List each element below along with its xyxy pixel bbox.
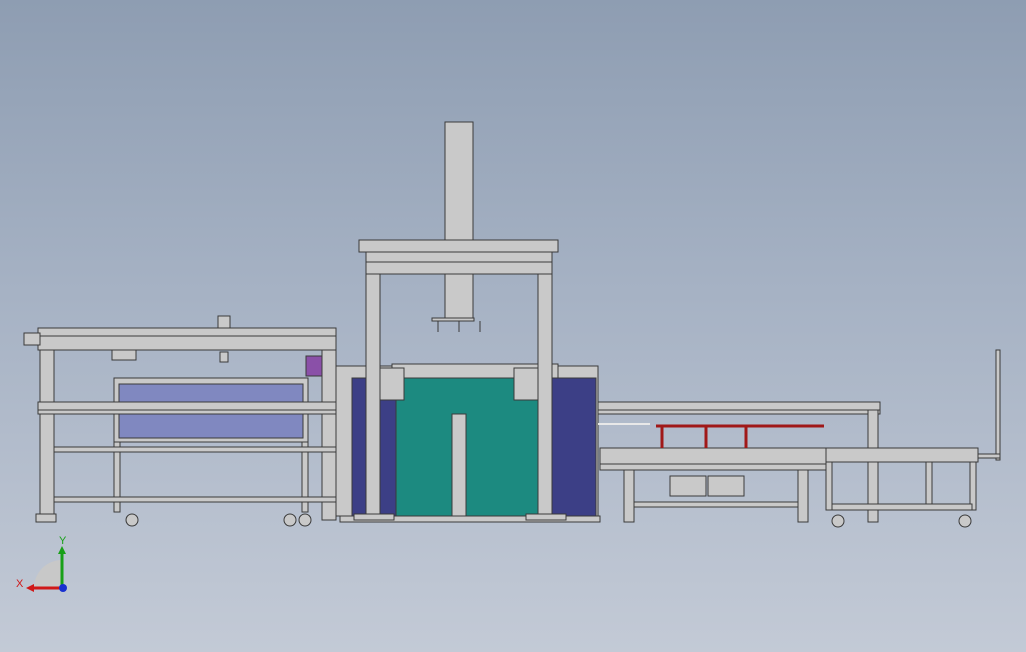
cad-viewport[interactable]: Y X: [0, 0, 1026, 652]
right-conveyor-lip: [599, 463, 827, 471]
left-top-beam: [37, 335, 337, 351]
gantry-leg-right: [537, 273, 553, 515]
caster-wheel: [125, 513, 139, 527]
far-right-leg-a: [825, 461, 833, 511]
left-sensor-block: [111, 349, 137, 361]
y-axis-label: Y: [59, 535, 67, 547]
right-low-rail: [633, 501, 799, 508]
right-drive-box-2: [707, 475, 745, 497]
left-low-rail: [53, 496, 355, 503]
gantry-foot-left: [353, 513, 395, 521]
gantry-carriage-left: [379, 367, 405, 401]
left-conveyor-unit: [23, 315, 337, 527]
x-axis-label: X: [16, 578, 24, 590]
left-post-1: [39, 349, 55, 521]
z-axis-dot: [59, 584, 67, 592]
far-right-bed: [825, 447, 979, 463]
left-end-cap: [23, 332, 41, 346]
left-foot: [35, 513, 57, 523]
left-top-bracket: [217, 315, 231, 329]
right-drive-box: [669, 475, 707, 497]
left-purple-part: [305, 355, 323, 377]
gantry-sub-beam: [365, 251, 553, 263]
far-right-leg-b: [969, 461, 977, 511]
right-leg-a: [623, 469, 635, 523]
triad-sector: [34, 560, 62, 588]
axis-triad: Y X: [16, 535, 67, 592]
gantry-column: [444, 121, 474, 319]
gantry-cross-beam: [365, 261, 553, 275]
left-post-2: [321, 349, 337, 521]
gantry-leg-left: [365, 273, 381, 515]
far-right-low-rail: [831, 503, 973, 511]
pipe-elbow: [977, 453, 1001, 459]
caster-wheel: [831, 514, 845, 528]
gantry-foot-right: [525, 513, 567, 521]
left-nozzle: [219, 351, 229, 363]
gripper-plate: [431, 317, 475, 322]
caster-wheel: [283, 513, 297, 527]
tank-center-post: [451, 413, 467, 523]
far-right-leg-c: [925, 461, 933, 511]
right-conveyor-bed: [599, 447, 827, 465]
vertical-pipe: [995, 349, 1001, 461]
caster-wheel: [298, 513, 312, 527]
right-conveyor-unit: [599, 349, 1001, 528]
gantry-carriage-right: [513, 367, 539, 401]
x-axis-arrowhead: [26, 584, 34, 592]
y-axis-arrowhead: [58, 546, 66, 554]
caster-wheel: [958, 514, 972, 528]
left-top-rail: [37, 327, 337, 337]
gantry-top-beam: [358, 239, 559, 253]
red-rack: [656, 424, 824, 448]
left-mid-rail: [53, 446, 355, 453]
machine-drawing: Y X: [16, 121, 1001, 592]
right-leg-b: [797, 469, 809, 523]
